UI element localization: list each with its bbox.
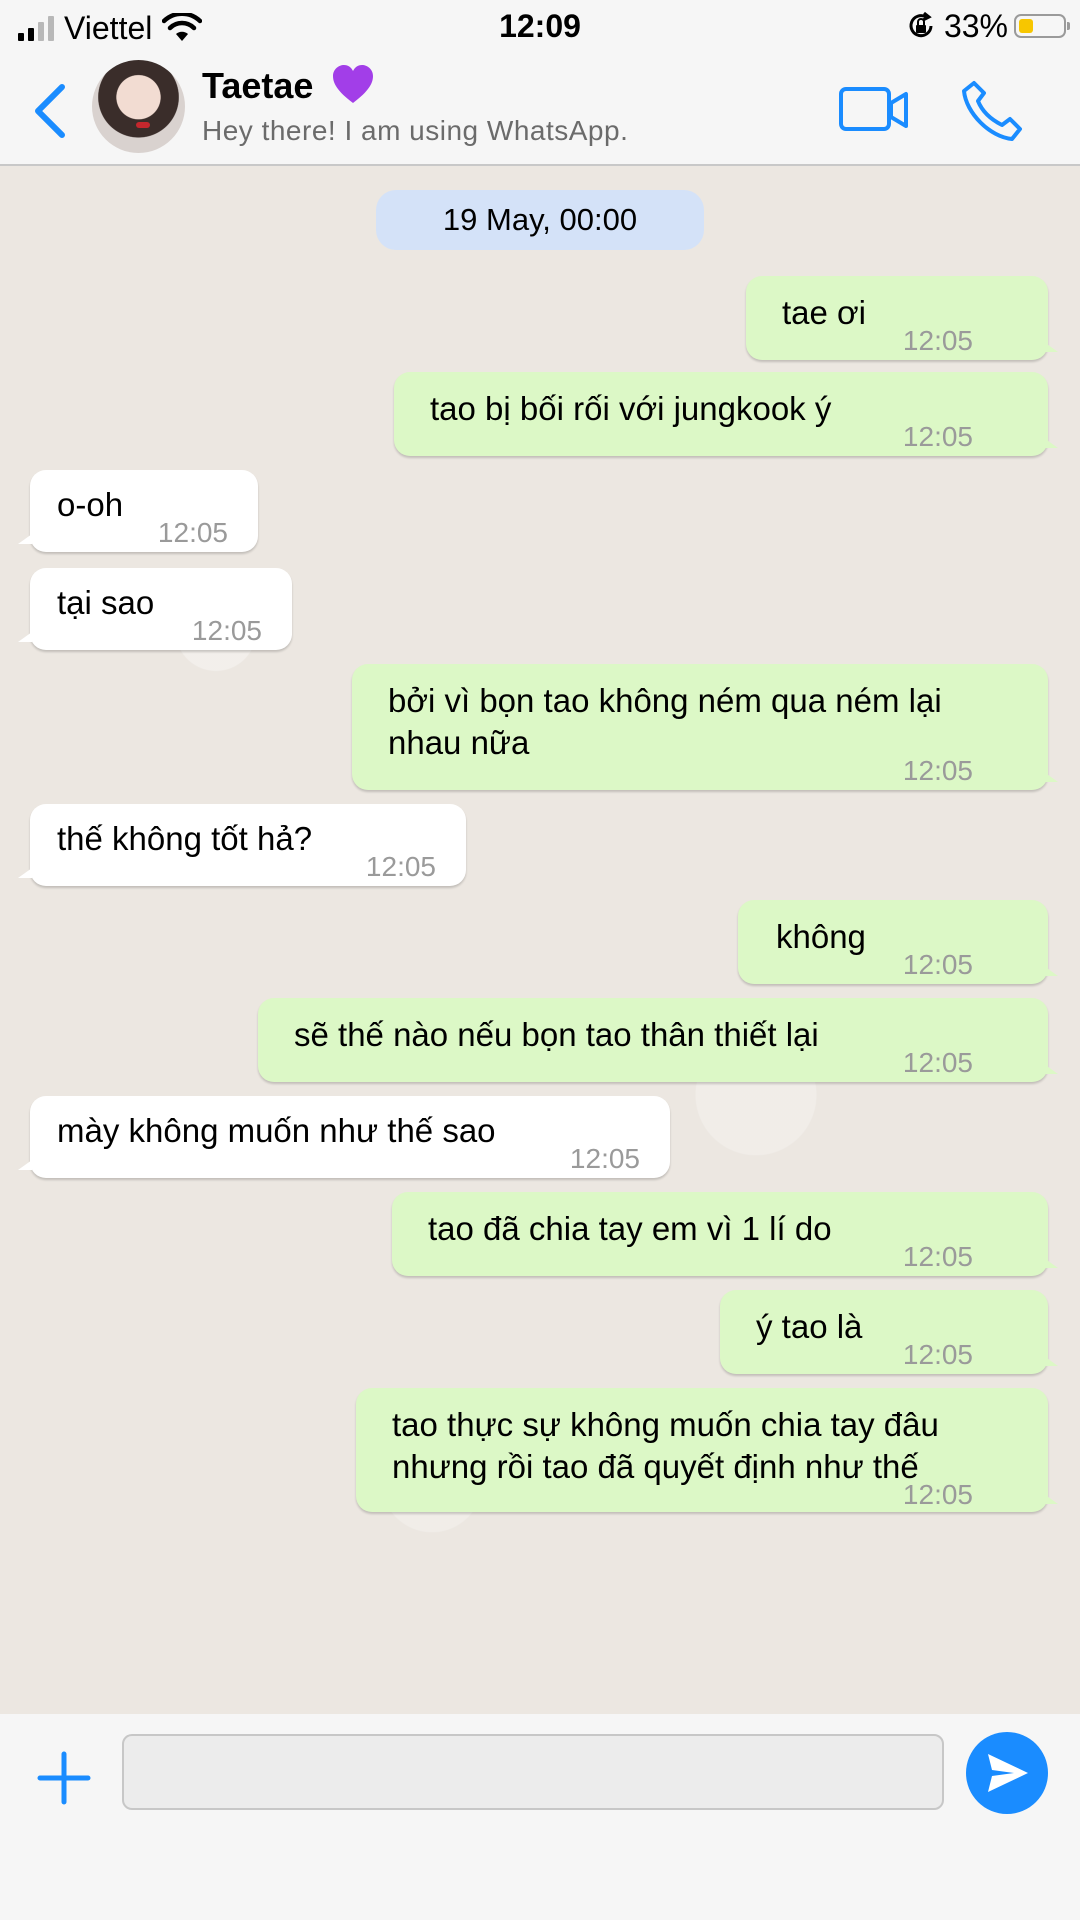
message-bubble-incoming[interactable]: mày không muốn như thế sao 12:05 (18, 1096, 670, 1178)
chat-header: Taetae Hey there! I am using WhatsApp. (0, 55, 1080, 166)
video-camera-icon (839, 87, 908, 131)
contact-name[interactable]: Taetae (202, 65, 313, 107)
message-input[interactable] (122, 1734, 944, 1810)
chat-area[interactable]: 19 May, 00:00 tae ơi 12:05 tao bị bối rố… (0, 166, 1080, 1714)
message-text: ý tao là (756, 1308, 863, 1345)
message-bubble-outgoing[interactable]: ý tao là 12:05 (720, 1290, 1058, 1374)
message-time: 12:05 (902, 755, 973, 786)
battery-group: 33% (906, 7, 1070, 44)
voice-call-button[interactable] (960, 79, 1024, 143)
chevron-left-icon (35, 84, 65, 138)
message-text: o-oh (57, 486, 124, 523)
attach-button[interactable] (36, 1750, 92, 1806)
avatar[interactable] (92, 60, 185, 153)
message-bubble-outgoing[interactable]: sẽ thế nào nếu bọn tao thân thiết lại 12… (258, 998, 1058, 1082)
message-bubble-outgoing[interactable]: bởi vì bọn tao không ném qua ném lại nha… (352, 664, 1058, 790)
contact-status: Hey there! I am using WhatsApp. (202, 115, 629, 146)
message-text: tao thực sự không muốn chia tay đâu nhưn… (392, 1406, 939, 1485)
message-text: không (776, 918, 866, 955)
message-bubble-outgoing[interactable]: không 12:05 (738, 900, 1058, 984)
message-time: 12:05 (157, 517, 228, 548)
message-time: 12:05 (902, 1241, 973, 1272)
message-text: sẽ thế nào nếu bọn tao thân thiết lại (294, 1016, 819, 1053)
message-bubble-outgoing[interactable]: tao đã chia tay em vì 1 lí do 12:05 (392, 1192, 1058, 1276)
plus-icon (37, 1751, 91, 1805)
phone-icon (962, 81, 1022, 141)
message-bubble-outgoing[interactable]: tae ơi 12:05 (746, 276, 1058, 360)
message-bubble-incoming[interactable]: o-oh 12:05 (18, 470, 258, 552)
battery-percent: 33% (943, 7, 1008, 44)
message-text: tao đã chia tay em vì 1 lí do (428, 1210, 832, 1247)
message-text: tao bị bối rối với jungkook ý (430, 390, 832, 427)
message-text: tae ơi (782, 294, 867, 331)
message-text: bởi vì bọn tao không ném qua ném lại nha… (388, 682, 942, 761)
message-time: 12:05 (902, 949, 973, 980)
message-time: 12:05 (191, 615, 262, 646)
message-time: 12:05 (569, 1143, 640, 1174)
message-time: 12:05 (365, 851, 436, 882)
message-time: 12:05 (902, 1339, 973, 1370)
composer (0, 1714, 1080, 1920)
status-bar: Viettel 12:09 33% (0, 0, 1080, 55)
video-call-button[interactable] (838, 85, 910, 135)
orientation-lock-icon (909, 11, 933, 38)
message-time: 12:05 (902, 325, 973, 356)
back-button[interactable] (28, 81, 72, 141)
battery-icon (1014, 14, 1070, 38)
message-text: tại sao (57, 584, 155, 621)
message-time: 12:05 (902, 1479, 973, 1510)
message-text: mày không muốn như thế sao (57, 1112, 496, 1149)
message-time: 12:05 (902, 1047, 973, 1078)
purple-heart-icon (333, 65, 373, 103)
message-bubble-incoming[interactable]: tại sao 12:05 (18, 568, 292, 650)
message-time: 12:05 (902, 421, 973, 452)
message-text: thế không tốt hả? (57, 820, 313, 857)
message-bubble-outgoing[interactable]: tao bị bối rối với jungkook ý 12:05 (394, 372, 1058, 456)
message-bubble-outgoing[interactable]: tao thực sự không muốn chia tay đâu nhưn… (356, 1388, 1058, 1512)
message-bubble-incoming[interactable]: thế không tốt hả? 12:05 (18, 804, 466, 886)
send-icon (988, 1754, 1028, 1792)
send-button[interactable] (966, 1732, 1048, 1814)
date-chip: 19 May, 00:00 (376, 190, 704, 250)
